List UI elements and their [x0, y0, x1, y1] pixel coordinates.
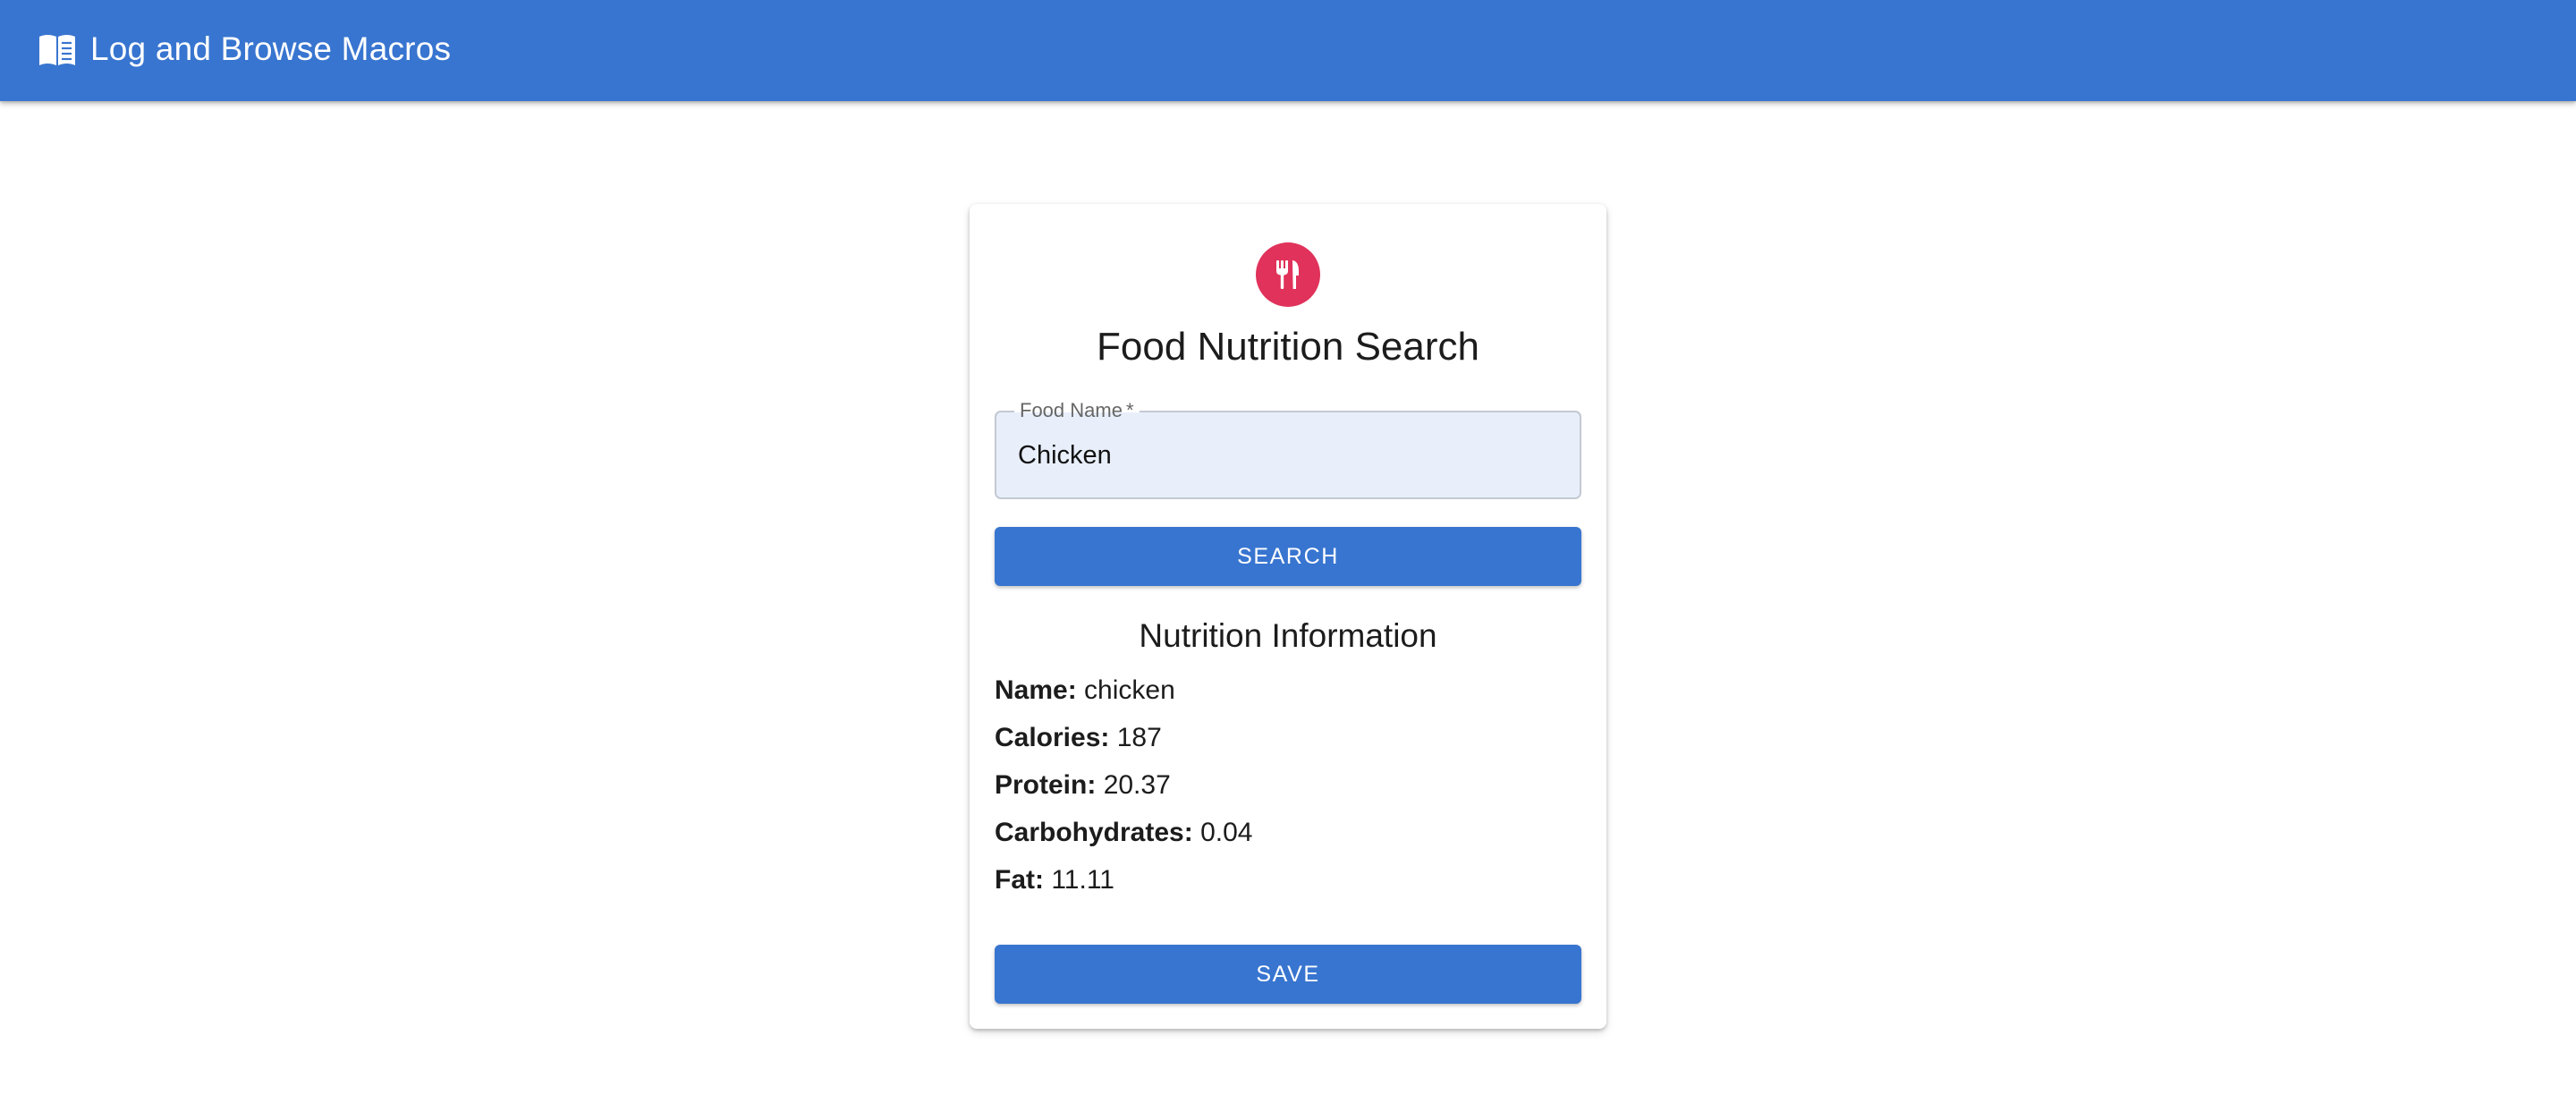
- nutrition-row-calories: Calories: 187: [995, 720, 1581, 768]
- nutrition-info-list: Name: chicken Calories: 187 Protein: 20.…: [995, 673, 1581, 910]
- food-name-label: Food Name *: [1014, 400, 1140, 421]
- app-title: Log and Browse Macros: [90, 30, 452, 67]
- search-button[interactable]: Search: [995, 527, 1581, 586]
- card-title: Food Nutrition Search: [1097, 325, 1479, 369]
- nutrition-label: Fat:: [995, 865, 1044, 895]
- nutrition-row-carbohydrates: Carbohydrates: 0.04: [995, 815, 1581, 862]
- nutrition-value: 187: [1116, 723, 1162, 752]
- nutrition-value: 0.04: [1200, 818, 1253, 847]
- nutrition-row-protein: Protein: 20.37: [995, 768, 1581, 815]
- nutrition-value: chicken: [1084, 675, 1175, 705]
- menu-book-icon: [38, 33, 77, 67]
- nutrition-label: Name:: [995, 675, 1077, 705]
- food-search-card: Food Nutrition Search Food Name* Search …: [970, 204, 1606, 1029]
- food-name-label-text: Food Name: [1020, 399, 1123, 421]
- nutrition-value: 20.37: [1103, 770, 1171, 800]
- nutrition-row-name: Name: chicken: [995, 673, 1581, 720]
- nutrition-label: Calories:: [995, 723, 1110, 752]
- nutrition-row-fat: Fat: 11.11: [995, 862, 1581, 910]
- save-button[interactable]: Save: [995, 945, 1581, 1004]
- app-bar: Log and Browse Macros: [0, 0, 2576, 101]
- food-name-field[interactable]: Food Name *: [995, 400, 1581, 499]
- required-marker: *: [1125, 399, 1134, 421]
- nutrition-label: Protein:: [995, 770, 1097, 800]
- nutrition-section-title: Nutrition Information: [1139, 617, 1437, 654]
- nutrition-value: 11.11: [1051, 865, 1114, 895]
- restaurant-icon-avatar: [1256, 242, 1320, 307]
- food-name-input[interactable]: [1018, 437, 1555, 473]
- restaurant-icon: [1276, 260, 1299, 289]
- nutrition-label: Carbohydrates:: [995, 818, 1193, 847]
